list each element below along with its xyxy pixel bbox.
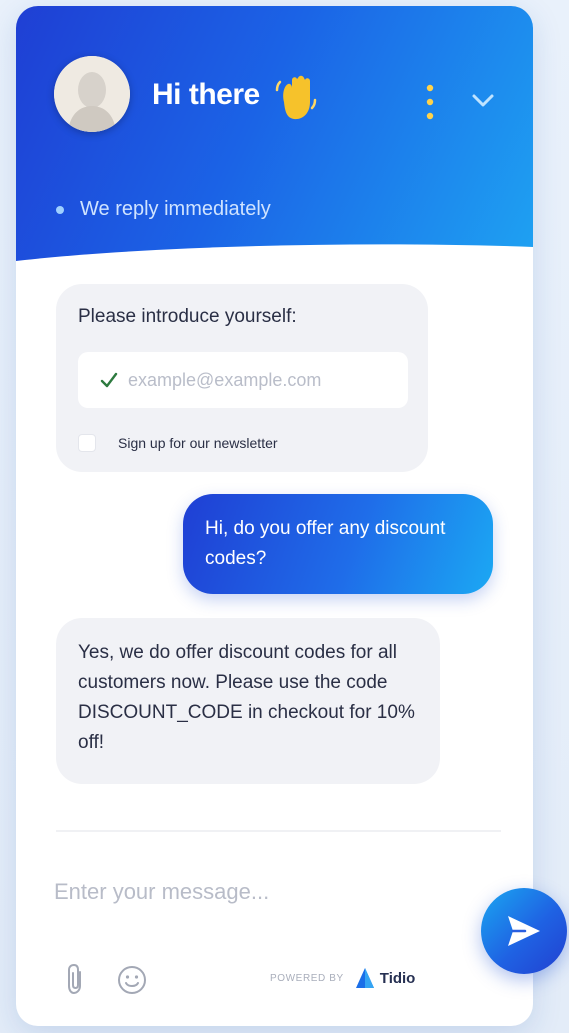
powered-by-label: POWERED BY	[270, 972, 344, 984]
waving-hand-icon	[275, 75, 317, 120]
chevron-down-icon[interactable]	[468, 88, 498, 114]
check-icon	[100, 372, 118, 388]
user-message-text: Hi, do you offer any discount codes?	[205, 518, 446, 569]
send-button[interactable]	[481, 888, 567, 974]
chat-widget: Hi there We reply immediately Please int…	[16, 6, 533, 1026]
user-message-bubble: Hi, do you offer any discount codes?	[183, 494, 493, 594]
newsletter-label: Sign up for our newsletter	[118, 435, 278, 451]
powered-by[interactable]: POWERED BY Tidio	[270, 966, 415, 990]
bot-reply-text: Yes, we do offer discount codes for all …	[78, 642, 415, 753]
brand-name: Tidio	[379, 969, 416, 987]
header-curve	[16, 244, 533, 269]
email-field[interactable]: example@example.com	[78, 352, 408, 408]
kebab-menu-icon[interactable]	[418, 82, 442, 122]
email-placeholder: example@example.com	[128, 369, 322, 390]
send-icon	[508, 916, 540, 946]
checkbox-box[interactable]	[78, 434, 96, 452]
agent-avatar	[54, 56, 130, 132]
greeting-title: Hi there	[152, 78, 260, 111]
status-text: We reply immediately	[80, 198, 271, 220]
tidio-logo-icon	[355, 968, 374, 988]
bot-reply-bubble: Yes, we do offer discount codes for all …	[56, 618, 440, 784]
emoji-icon[interactable]	[116, 964, 148, 996]
newsletter-checkbox[interactable]: Sign up for our newsletter	[78, 434, 278, 452]
chat-header: Hi there We reply immediately	[16, 6, 533, 269]
online-dot-icon	[56, 205, 64, 214]
status-line: We reply immediately	[56, 198, 271, 221]
composer-divider	[56, 830, 501, 832]
intro-title: Please introduce yourself:	[78, 306, 297, 327]
intro-form-bubble: Please introduce yourself: example@examp…	[56, 284, 428, 472]
paperclip-icon[interactable]	[66, 962, 86, 996]
message-input[interactable]: Enter your message...	[54, 872, 434, 912]
